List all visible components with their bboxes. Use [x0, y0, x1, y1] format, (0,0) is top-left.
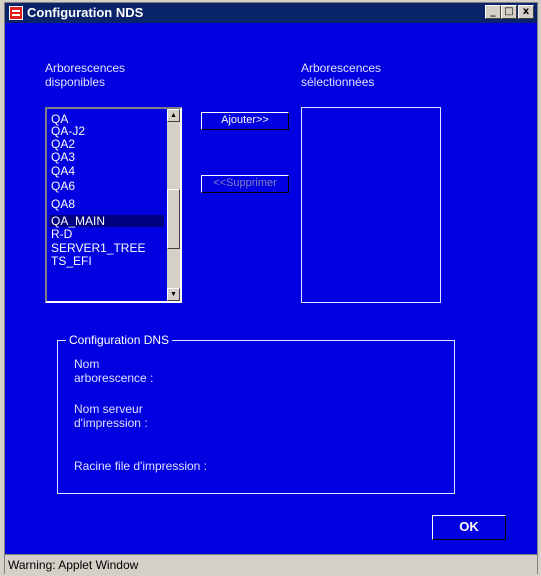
maximize-button[interactable]: □	[501, 5, 517, 19]
tree-name-label-line1: Nom	[74, 357, 100, 371]
list-item[interactable]: R-D	[51, 228, 72, 240]
scroll-thumb[interactable]	[167, 189, 180, 249]
scroll-up-arrow-icon[interactable]: ▲	[167, 109, 180, 122]
add-button[interactable]: Ajouter>>	[201, 112, 289, 130]
dialog-content: Arborescences disponibles Arborescences …	[5, 23, 537, 554]
available-trees-list[interactable]: QA QA-J2 QA2 QA3 QA4 QA6 QA8 QA_MAIN R-D…	[45, 107, 182, 303]
dns-config-title: Configuration DNS	[66, 333, 173, 347]
minimize-button[interactable]: _	[485, 5, 501, 19]
app-icon	[9, 6, 23, 20]
title-bar[interactable]: Configuration NDS _ □ x	[5, 3, 537, 23]
selected-trees-label-line2: sélectionnées	[301, 75, 375, 89]
list-item[interactable]: QA6	[51, 180, 75, 192]
list-item[interactable]: SERVER1_TREE	[51, 242, 145, 254]
print-queue-root-label: Racine file d'impression :	[74, 459, 208, 473]
list-item[interactable]: QA3	[51, 151, 75, 163]
list-item[interactable]: QA2	[51, 138, 75, 150]
status-bar: Warning: Applet Window	[5, 554, 537, 574]
remove-button[interactable]: <<Supprimer	[201, 175, 289, 193]
dns-config-group: Configuration DNS Nom arborescence : Nom…	[57, 333, 455, 494]
print-server-label-line2: d'impression :	[74, 416, 148, 430]
available-trees-label-line1: Arborescences	[45, 61, 126, 75]
available-trees-label-line2: disponibles	[45, 75, 106, 89]
window-title: Configuration NDS	[27, 5, 144, 20]
print-server-label-line1: Nom serveur	[74, 402, 143, 416]
ok-button[interactable]: OK	[432, 515, 506, 540]
list-item[interactable]: QA8	[51, 198, 75, 210]
close-button[interactable]: x	[518, 5, 534, 19]
vertical-scrollbar[interactable]: ▲ ▼	[167, 109, 180, 301]
list-item[interactable]: QA4	[51, 165, 75, 177]
list-item[interactable]: QA-J2	[51, 125, 85, 137]
list-item[interactable]: TS_EFI	[51, 255, 92, 267]
tree-name-label-line2: arborescence :	[74, 371, 154, 385]
selected-trees-label-line1: Arborescences	[301, 61, 382, 75]
selected-trees-list[interactable]	[301, 107, 441, 303]
scroll-down-arrow-icon[interactable]: ▼	[167, 288, 180, 301]
list-item-selected[interactable]: QA_MAIN	[49, 215, 164, 227]
applet-window: Configuration NDS _ □ x Arborescences di…	[4, 2, 538, 574]
applet-warning-text: Warning: Applet Window	[8, 558, 139, 572]
